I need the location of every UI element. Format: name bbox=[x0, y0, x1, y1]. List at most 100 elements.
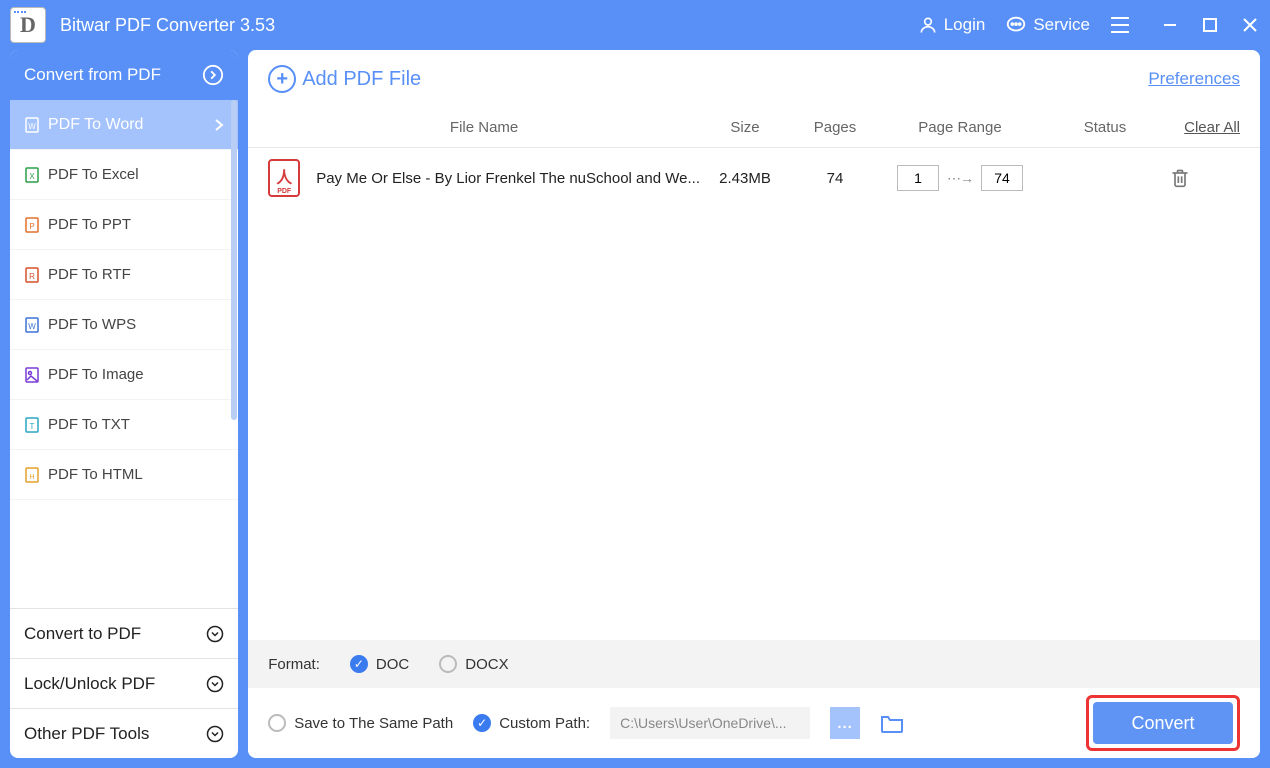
save-same-path-label: Save to The Same Path bbox=[294, 715, 453, 732]
file-table-header: File Name Size Pages Page Range Status C… bbox=[248, 108, 1260, 148]
file-pages: 74 bbox=[790, 170, 880, 187]
sidebar-item-label: PDF To PPT bbox=[48, 216, 131, 233]
bottom-bar: Save to The Same Path Custom Path: ... C… bbox=[248, 688, 1260, 758]
format-docx-label: DOCX bbox=[465, 656, 508, 673]
sidebar-item-pdf-to-ppt[interactable]: P PDF To PPT bbox=[10, 200, 238, 250]
sidebar-item-label: PDF To HTML bbox=[48, 466, 143, 483]
txt-file-icon: T bbox=[24, 417, 40, 433]
excel-file-icon: X bbox=[24, 167, 40, 183]
titlebar: D Bitwar PDF Converter 3.53 Login Servic… bbox=[0, 0, 1270, 50]
sidebar-item-label: PDF To Image bbox=[48, 366, 144, 383]
sidebar-item-label: PDF To Word bbox=[48, 116, 143, 134]
col-size: Size bbox=[700, 119, 790, 136]
col-status: Status bbox=[1040, 119, 1170, 136]
sidebar-section-convert-from-pdf[interactable]: Convert from PDF bbox=[10, 50, 238, 100]
chevron-right-icon bbox=[214, 118, 224, 132]
page-range-to-input[interactable] bbox=[981, 165, 1023, 191]
svg-text:W: W bbox=[28, 322, 36, 331]
sidebar-item-label: PDF To TXT bbox=[48, 416, 130, 433]
file-name: Pay Me Or Else - By Lior Frenkel The nuS… bbox=[316, 170, 700, 187]
main-topbar: + Add PDF File Preferences bbox=[248, 50, 1260, 108]
svg-text:X: X bbox=[29, 172, 35, 181]
titlebar-right: Login Service bbox=[918, 14, 1260, 36]
sidebar-item-pdf-to-rtf[interactable]: R PDF To RTF bbox=[10, 250, 238, 300]
sidebar-item-pdf-to-image[interactable]: PDF To Image bbox=[10, 350, 238, 400]
menu-button[interactable] bbox=[1110, 16, 1130, 34]
sidebar-scrollbar[interactable] bbox=[231, 100, 237, 420]
word-file-icon: W bbox=[24, 117, 40, 133]
plus-circle-icon: + bbox=[268, 65, 296, 93]
col-pages: Pages bbox=[790, 119, 880, 136]
sidebar-section-convert-to-pdf[interactable]: Convert to PDF bbox=[10, 608, 238, 658]
sidebar-section-other-tools[interactable]: Other PDF Tools bbox=[10, 708, 238, 758]
sidebar-items: W PDF To Word X PDF To Excel P bbox=[10, 100, 238, 608]
svg-text:P: P bbox=[29, 222, 34, 231]
custom-path-label: Custom Path: bbox=[499, 715, 590, 732]
app-logo-icon: D bbox=[10, 7, 46, 43]
body-area: Convert from PDF W PDF To Word bbox=[0, 50, 1270, 768]
sidebar-item-label: PDF To RTF bbox=[48, 266, 131, 283]
chevron-right-circle-icon bbox=[202, 64, 224, 86]
clear-all-button[interactable]: Clear All bbox=[1184, 119, 1240, 136]
app-window: D Bitwar PDF Converter 3.53 Login Servic… bbox=[0, 0, 1270, 768]
format-option-doc[interactable]: DOC bbox=[350, 655, 409, 673]
format-label: Format: bbox=[268, 656, 320, 673]
svg-text:W: W bbox=[28, 122, 36, 131]
user-icon bbox=[918, 15, 938, 35]
image-file-icon bbox=[24, 367, 40, 383]
window-controls bbox=[1160, 15, 1260, 35]
ppt-file-icon: P bbox=[24, 217, 40, 233]
convert-highlight: Convert bbox=[1086, 695, 1240, 751]
sidebar-item-pdf-to-wps[interactable]: W PDF To WPS bbox=[10, 300, 238, 350]
page-range-from-input[interactable] bbox=[897, 165, 939, 191]
sidebar-item-pdf-to-txt[interactable]: T PDF To TXT bbox=[10, 400, 238, 450]
html-file-icon: H bbox=[24, 467, 40, 483]
browse-path-button[interactable]: ... bbox=[830, 707, 860, 739]
svg-text:R: R bbox=[29, 272, 35, 281]
hamburger-icon bbox=[1110, 16, 1130, 34]
col-filename: File Name bbox=[268, 119, 700, 136]
open-folder-button[interactable] bbox=[880, 713, 904, 733]
file-list: 人 PDF Pay Me Or Else - By Lior Frenkel T… bbox=[248, 148, 1260, 640]
radio-checked-icon bbox=[473, 714, 491, 732]
minimize-button[interactable] bbox=[1160, 15, 1180, 35]
sidebar-item-pdf-to-excel[interactable]: X PDF To Excel bbox=[10, 150, 238, 200]
section-label: Lock/Unlock PDF bbox=[24, 674, 155, 694]
convert-button[interactable]: Convert bbox=[1093, 702, 1233, 744]
svg-text:H: H bbox=[29, 474, 34, 481]
sidebar-item-pdf-to-html[interactable]: H PDF To HTML bbox=[10, 450, 238, 500]
pdf-file-icon: 人 PDF bbox=[268, 159, 300, 197]
close-button[interactable] bbox=[1240, 15, 1260, 35]
main-panel: + Add PDF File Preferences File Name Siz… bbox=[248, 50, 1260, 758]
table-row: 人 PDF Pay Me Or Else - By Lior Frenkel T… bbox=[248, 148, 1260, 208]
file-size: 2.43MB bbox=[700, 170, 790, 187]
service-button[interactable]: Service bbox=[1005, 14, 1090, 36]
add-pdf-file-button[interactable]: + Add PDF File bbox=[268, 65, 421, 93]
col-range: Page Range bbox=[880, 119, 1040, 136]
radio-unchecked-icon bbox=[439, 655, 457, 673]
rtf-file-icon: R bbox=[24, 267, 40, 283]
chevron-down-icon bbox=[206, 675, 224, 693]
range-arrow-icon: ⋯→ bbox=[947, 170, 973, 187]
custom-path-input[interactable] bbox=[610, 707, 810, 739]
radio-checked-icon bbox=[350, 655, 368, 673]
service-label: Service bbox=[1033, 15, 1090, 35]
format-doc-label: DOC bbox=[376, 656, 409, 673]
delete-file-button[interactable] bbox=[1170, 167, 1240, 189]
custom-path-option[interactable]: Custom Path: bbox=[473, 714, 590, 732]
add-file-label: Add PDF File bbox=[302, 68, 421, 91]
chevron-down-icon bbox=[206, 625, 224, 643]
chevron-down-icon bbox=[206, 725, 224, 743]
sidebar: Convert from PDF W PDF To Word bbox=[10, 50, 238, 758]
login-button[interactable]: Login bbox=[918, 15, 986, 35]
svg-text:T: T bbox=[30, 422, 35, 431]
sidebar-section-lock-unlock[interactable]: Lock/Unlock PDF bbox=[10, 658, 238, 708]
sidebar-item-pdf-to-word[interactable]: W PDF To Word bbox=[10, 100, 238, 150]
sidebar-item-label: PDF To Excel bbox=[48, 166, 139, 183]
section-label: Convert to PDF bbox=[24, 624, 141, 644]
radio-unchecked-icon bbox=[268, 714, 286, 732]
maximize-button[interactable] bbox=[1200, 15, 1220, 35]
format-option-docx[interactable]: DOCX bbox=[439, 655, 508, 673]
preferences-link[interactable]: Preferences bbox=[1148, 69, 1240, 89]
save-same-path-option[interactable]: Save to The Same Path bbox=[268, 714, 453, 732]
